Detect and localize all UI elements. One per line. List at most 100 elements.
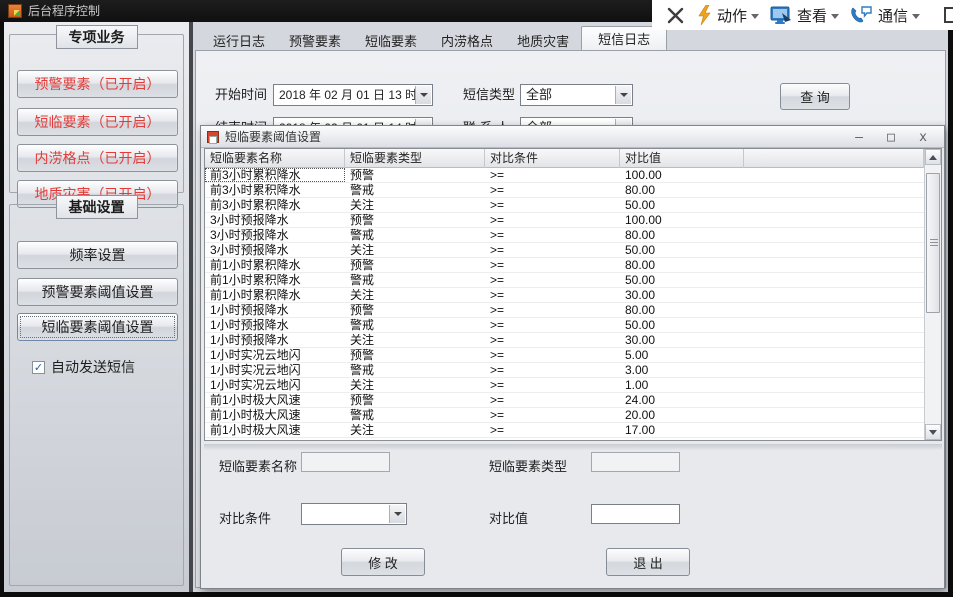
settings-button-2[interactable]: 短临要素阈值设置 <box>17 313 178 341</box>
table-cell: 警戒 <box>345 408 485 422</box>
table-body: 前3小时累积降水预警>=100.00前3小时累积降水警戒>=80.00前3小时累… <box>205 168 924 440</box>
column-header-2[interactable]: 对比条件 <box>485 149 620 168</box>
vertical-scrollbar[interactable] <box>924 149 941 440</box>
table-cell: 1小时预报降水 <box>205 333 345 347</box>
exit-button[interactable]: 退 出 <box>606 548 690 576</box>
table-cell: 3小时预报降水 <box>205 243 345 257</box>
table-row[interactable]: 1小时预报降水关注>=30.00 <box>205 333 924 348</box>
scroll-up-icon[interactable] <box>925 149 941 165</box>
table-cell: 前1小时极大风速 <box>205 408 345 422</box>
dialog-titlebar[interactable]: 短临要素阈值设置 – □ x <box>201 126 944 148</box>
table-row[interactable]: 3小时预报降水关注>=50.00 <box>205 243 924 258</box>
table-cell <box>744 243 924 257</box>
maximize-button[interactable]: □ <box>880 128 902 146</box>
group-special-business: 专项业务 预警要素（已开启）短临要素（已开启）内涝格点（已开启）地质灾害（已开启… <box>9 34 184 193</box>
sidebar-button-1[interactable]: 短临要素（已开启） <box>17 108 178 136</box>
comm-menu[interactable]: 通信 <box>850 5 920 26</box>
elem-name-input[interactable] <box>301 452 390 472</box>
close-icon[interactable] <box>664 4 686 26</box>
table-cell: >= <box>485 393 620 407</box>
table-cell: >= <box>485 213 620 227</box>
table-row[interactable]: 3小时预报降水预警>=100.00 <box>205 213 924 228</box>
sidebar-button-2[interactable]: 内涝格点（已开启） <box>17 144 178 172</box>
settings-button-1[interactable]: 预警要素阈值设置 <box>17 278 178 306</box>
view-menu[interactable]: 查看 <box>770 5 839 26</box>
table-cell: 警戒 <box>345 183 485 197</box>
table-cell: 3小时预报降水 <box>205 213 345 227</box>
table-cell: >= <box>485 228 620 242</box>
chevron-down-icon <box>831 14 839 19</box>
table-row[interactable]: 前1小时累积降水警戒>=50.00 <box>205 273 924 288</box>
sms-type-select[interactable]: 全部 <box>520 84 633 106</box>
table-cell: 关注 <box>345 288 485 302</box>
settings-button-0[interactable]: 频率设置 <box>17 241 178 269</box>
table-cell: 警戒 <box>345 228 485 242</box>
table-cell: 前1小时极大风速 <box>205 423 345 437</box>
table-row[interactable]: 前3小时累积降水预警>=100.00 <box>205 168 924 183</box>
table-row[interactable]: 1小时预报降水警戒>=50.00 <box>205 318 924 333</box>
dialog-close-button[interactable]: x <box>912 128 934 146</box>
column-header-0[interactable]: 短临要素名称 <box>205 149 345 168</box>
sidebar-button-0[interactable]: 预警要素（已开启） <box>17 70 178 98</box>
column-header-1[interactable]: 短临要素类型 <box>345 149 485 168</box>
elem-type-input[interactable] <box>591 452 680 472</box>
table-cell: 预警 <box>345 258 485 272</box>
scrollbar-thumb[interactable] <box>926 173 940 313</box>
chevron-down-icon[interactable] <box>415 86 431 104</box>
column-header-3[interactable]: 对比值 <box>620 149 744 168</box>
tab-地质灾害[interactable]: 地质灾害 <box>505 30 581 50</box>
table-cell: 1小时预报降水 <box>205 303 345 317</box>
table-row[interactable]: 1小时实况云地闪警戒>=3.00 <box>205 363 924 378</box>
table-row[interactable]: 前3小时累积降水关注>=50.00 <box>205 198 924 213</box>
checkbox-label: 自动发送短信 <box>51 357 135 377</box>
table-cell: 80.00 <box>620 258 744 272</box>
cond-select[interactable] <box>301 503 407 525</box>
tab-内涝格点[interactable]: 内涝格点 <box>429 30 505 50</box>
table-row[interactable]: 前1小时极大风速警戒>=20.00 <box>205 408 924 423</box>
table-cell: 预警 <box>345 213 485 227</box>
table-cell: 前1小时极大风速 <box>205 393 345 407</box>
tab-运行日志[interactable]: 运行日志 <box>201 30 277 50</box>
table-cell: 预警 <box>345 303 485 317</box>
table-row[interactable]: 前3小时累积降水警戒>=80.00 <box>205 183 924 198</box>
table-cell <box>744 273 924 287</box>
table-row[interactable]: 前1小时累积降水关注>=30.00 <box>205 288 924 303</box>
minimize-button[interactable]: – <box>848 128 870 146</box>
table-cell: >= <box>485 273 620 287</box>
table-row[interactable]: 1小时实况云地闪关注>=1.00 <box>205 378 924 393</box>
chevron-down-icon <box>912 14 920 19</box>
table-row[interactable]: 1小时实况云地闪预警>=5.00 <box>205 348 924 363</box>
table-row[interactable]: 前1小时极大风速关注>=17.00 <box>205 423 924 438</box>
table-bottom-edge <box>204 444 942 450</box>
start-time-picker[interactable]: 2018 年 02 月 01 日 13 时 <box>273 84 433 106</box>
column-header-4[interactable] <box>744 149 924 168</box>
table-cell: 警戒 <box>345 318 485 332</box>
chevron-down-icon[interactable] <box>615 86 631 104</box>
table-cell <box>744 198 924 212</box>
value-label: 对比值 <box>489 508 528 527</box>
auto-sms-checkbox[interactable]: ✓ 自动发送短信 <box>32 357 135 377</box>
table-row[interactable]: 3小时预报降水警戒>=80.00 <box>205 228 924 243</box>
monitor-icon <box>770 5 792 25</box>
group-label: 专项业务 <box>56 25 138 49</box>
chevron-down-icon[interactable] <box>389 505 405 523</box>
tab-预警要素[interactable]: 预警要素 <box>277 30 353 50</box>
table-cell: 前1小时累积降水 <box>205 273 345 287</box>
dialog-icon <box>207 131 219 143</box>
elem-type-label: 短临要素类型 <box>489 456 567 475</box>
table-cell: 关注 <box>345 333 485 347</box>
table-row[interactable]: 前1小时极大风速预警>=24.00 <box>205 393 924 408</box>
table-cell: 预警 <box>345 348 485 362</box>
scroll-down-icon[interactable] <box>925 424 941 440</box>
tab-短临要素[interactable]: 短临要素 <box>353 30 429 50</box>
table-cell: 1小时预报降水 <box>205 318 345 332</box>
clipped-toolbar-icon[interactable] <box>944 7 953 23</box>
modify-button[interactable]: 修 改 <box>341 548 425 576</box>
table-row[interactable]: 1小时预报降水预警>=80.00 <box>205 303 924 318</box>
table-row[interactable]: 前1小时累积降水预警>=80.00 <box>205 258 924 273</box>
actions-menu[interactable]: 动作 <box>697 5 759 26</box>
value-input[interactable] <box>591 504 680 524</box>
query-button[interactable]: 查 询 <box>780 83 850 110</box>
table-cell <box>744 363 924 377</box>
table-cell: >= <box>485 348 620 362</box>
